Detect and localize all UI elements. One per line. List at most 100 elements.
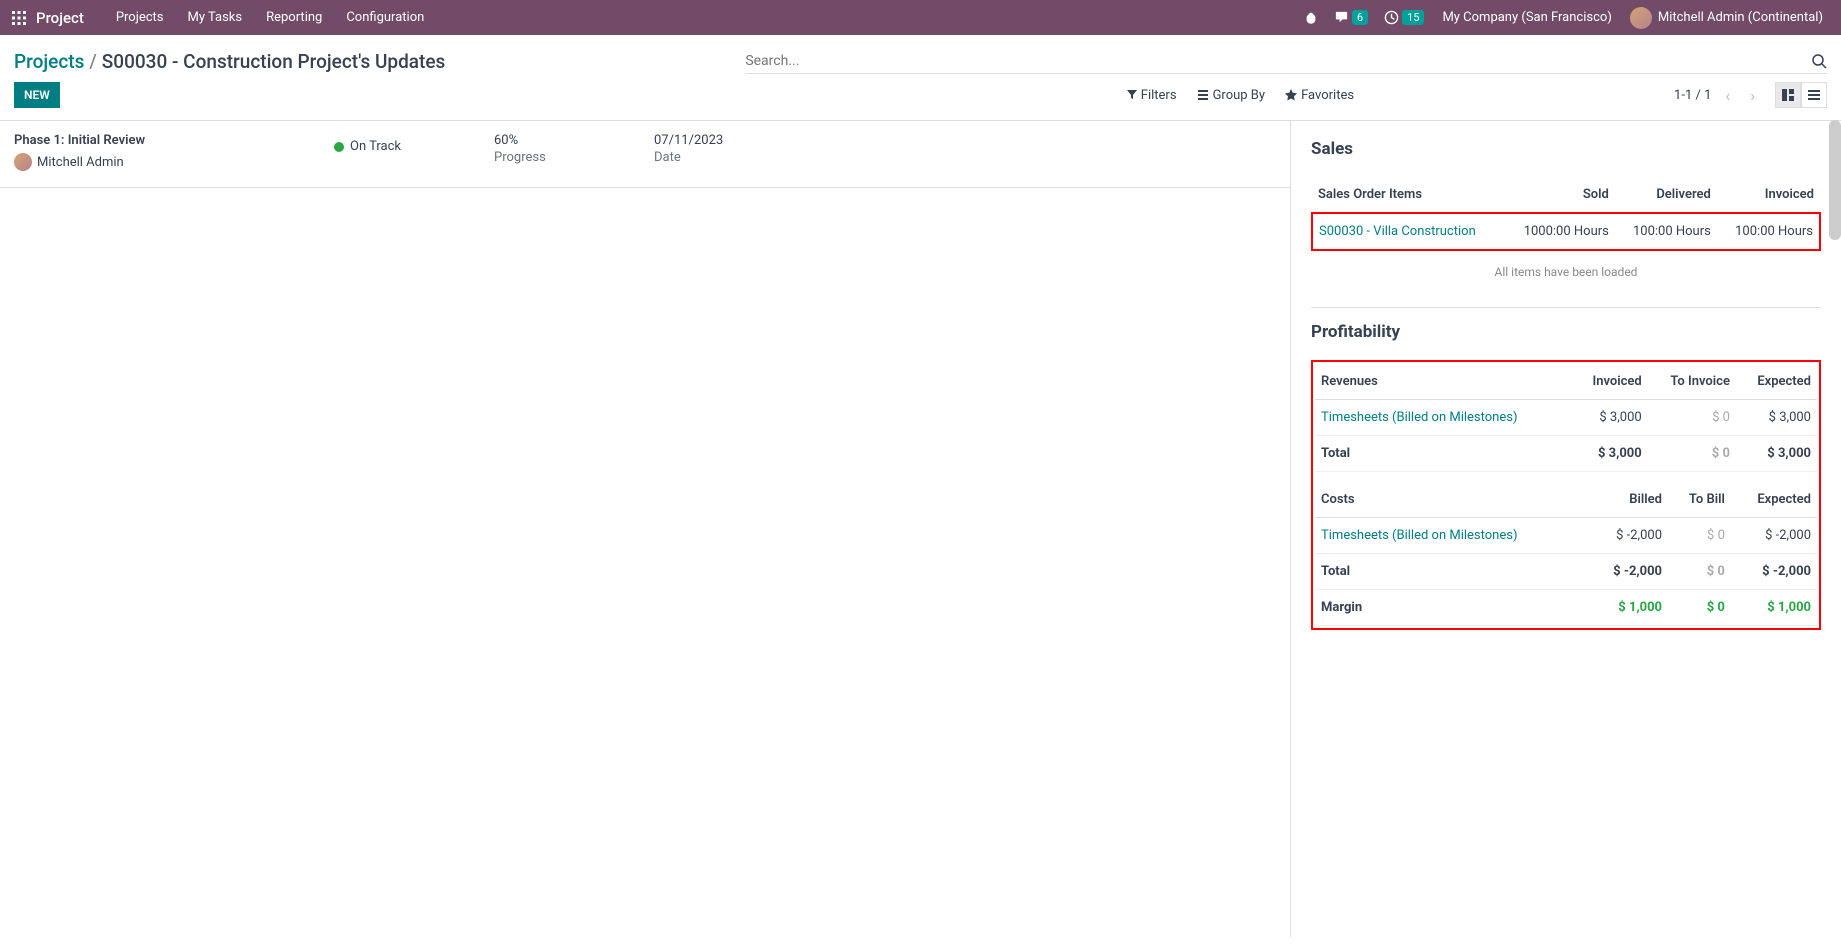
cost-tobill: $ 0 bbox=[1668, 518, 1731, 554]
sales-th-sold: Sold bbox=[1505, 177, 1615, 213]
search-input[interactable] bbox=[745, 53, 1803, 69]
cost-item-link[interactable]: Timesheets (Billed on Milestones) bbox=[1321, 528, 1517, 543]
list-view-icon[interactable] bbox=[1801, 82, 1827, 108]
progress-label: Progress bbox=[494, 150, 654, 165]
pager-prev[interactable]: ‹ bbox=[1719, 84, 1736, 107]
rev-total-label: Total bbox=[1315, 436, 1572, 472]
profitability-heading: Profitability bbox=[1311, 322, 1821, 342]
divider bbox=[1311, 307, 1821, 308]
sales-heading: Sales bbox=[1311, 139, 1821, 159]
groupby-button[interactable]: Group By bbox=[1197, 88, 1266, 103]
rev-total-toinvoice: $ 0 bbox=[1648, 436, 1736, 472]
activities-icon[interactable]: 15 bbox=[1384, 10, 1424, 25]
rev-invoiced: $ 3,000 bbox=[1572, 400, 1648, 436]
view-switcher bbox=[1775, 82, 1827, 108]
cost-th-0: Costs bbox=[1315, 482, 1588, 518]
debug-icon[interactable] bbox=[1304, 11, 1318, 25]
pager-text: 1-1 / 1 bbox=[1674, 88, 1711, 103]
scrollbar[interactable] bbox=[1829, 120, 1841, 240]
pager-next[interactable]: › bbox=[1744, 84, 1761, 107]
cost-th-1: Billed bbox=[1588, 482, 1668, 518]
cost-th-2: To Bill bbox=[1668, 482, 1731, 518]
sales-th-delivered: Delivered bbox=[1615, 177, 1717, 213]
date-label: Date bbox=[654, 150, 814, 165]
sales-sold: 1000:00 Hours bbox=[1505, 213, 1615, 250]
search-icon[interactable] bbox=[1811, 53, 1827, 69]
rev-total-invoiced: $ 3,000 bbox=[1572, 436, 1648, 472]
margin-row: Margin $ 1,000 $ 0 $ 1,000 bbox=[1315, 590, 1817, 626]
nav-configuration[interactable]: Configuration bbox=[334, 0, 436, 35]
nav-mytasks[interactable]: My Tasks bbox=[176, 0, 255, 35]
nav-reporting[interactable]: Reporting bbox=[254, 0, 334, 35]
margin-c1: $ 1,000 bbox=[1588, 590, 1668, 626]
cost-th-3: Expected bbox=[1731, 482, 1817, 518]
filter-bar: Filters Group By Favorites bbox=[1127, 88, 1354, 103]
cost-row: Timesheets (Billed on Milestones) $ -2,0… bbox=[1315, 518, 1817, 554]
kanban-view-icon[interactable] bbox=[1775, 82, 1801, 108]
breadcrumb-current: S00030 - Construction Project's Updates bbox=[102, 50, 446, 73]
favorites-button[interactable]: Favorites bbox=[1285, 88, 1354, 103]
messages-icon[interactable]: 6 bbox=[1334, 10, 1368, 25]
owner: Mitchell Admin bbox=[14, 153, 124, 171]
cost-total-tobill: $ 0 bbox=[1668, 554, 1731, 590]
user-name: Mitchell Admin (Continental) bbox=[1658, 10, 1823, 25]
right-panel: Sales Sales Order Items Sold Delivered I… bbox=[1291, 121, 1841, 937]
list-item[interactable]: Phase 1: Initial Review Mitchell Admin O… bbox=[0, 121, 1290, 188]
sales-row: S00030 - Villa Construction 1000:00 Hour… bbox=[1312, 213, 1820, 250]
brand[interactable]: Project bbox=[36, 9, 84, 27]
user-menu[interactable]: Mitchell Admin (Continental) bbox=[1630, 7, 1823, 29]
cost-total-row: Total $ -2,000 $ 0 $ -2,000 bbox=[1315, 554, 1817, 590]
date-value: 07/11/2023 bbox=[654, 133, 814, 148]
activities-badge: 15 bbox=[1402, 10, 1424, 25]
search-wrap bbox=[745, 49, 1827, 74]
status-dot-icon bbox=[334, 142, 344, 152]
company-selector[interactable]: My Company (San Francisco) bbox=[1442, 10, 1611, 25]
owner-name: Mitchell Admin bbox=[37, 155, 124, 170]
margin-label: Margin bbox=[1315, 590, 1588, 626]
rev-total-row: Total $ 3,000 $ 0 $ 3,000 bbox=[1315, 436, 1817, 472]
rev-row: Timesheets (Billed on Milestones) $ 3,00… bbox=[1315, 400, 1817, 436]
avatar bbox=[1630, 7, 1652, 29]
left-panel: Phase 1: Initial Review Mitchell Admin O… bbox=[0, 121, 1291, 937]
breadcrumb: Projects/ S00030 - Construction Project's… bbox=[14, 50, 445, 73]
rev-th-2: To Invoice bbox=[1648, 364, 1736, 400]
cost-total-expected: $ -2,000 bbox=[1731, 554, 1817, 590]
profitability-block: Revenues Invoiced To Invoice Expected Ti… bbox=[1311, 360, 1821, 630]
apps-icon[interactable] bbox=[10, 9, 28, 27]
rev-expected: $ 3,000 bbox=[1736, 400, 1817, 436]
nav-projects[interactable]: Projects bbox=[104, 0, 176, 35]
progress-value: 60% bbox=[494, 133, 654, 148]
pager: 1-1 / 1 ‹ › bbox=[1674, 84, 1761, 107]
phase-title: Phase 1: Initial Review bbox=[14, 133, 334, 148]
sales-table: Sales Order Items Sold Delivered Invoice… bbox=[1311, 177, 1821, 251]
cost-billed: $ -2,000 bbox=[1588, 518, 1668, 554]
sales-delivered: 100:00 Hours bbox=[1615, 213, 1717, 250]
margin-c2: $ 0 bbox=[1668, 590, 1731, 626]
breadcrumb-row: Projects/ S00030 - Construction Project's… bbox=[0, 35, 1841, 74]
rev-item-link[interactable]: Timesheets (Billed on Milestones) bbox=[1321, 410, 1517, 425]
margin-c3: $ 1,000 bbox=[1731, 590, 1817, 626]
sales-th-invoiced: Invoiced bbox=[1717, 177, 1820, 213]
sales-item-link[interactable]: S00030 - Villa Construction bbox=[1319, 224, 1476, 239]
rev-th-1: Invoiced bbox=[1572, 364, 1648, 400]
cost-total-billed: $ -2,000 bbox=[1588, 554, 1668, 590]
control-row: NEW Filters Group By Favorites 1-1 / 1 ‹… bbox=[0, 74, 1841, 121]
revenues-table: Revenues Invoiced To Invoice Expected Ti… bbox=[1315, 364, 1817, 472]
breadcrumb-sep: / bbox=[89, 50, 96, 73]
rev-th-0: Revenues bbox=[1315, 364, 1572, 400]
owner-avatar bbox=[14, 153, 32, 171]
sales-th-items: Sales Order Items bbox=[1312, 177, 1505, 213]
filters-button[interactable]: Filters bbox=[1127, 88, 1177, 103]
topbar: Project Projects My Tasks Reporting Conf… bbox=[0, 0, 1841, 35]
costs-table: Costs Billed To Bill Expected Timesheets… bbox=[1315, 482, 1817, 626]
cost-total-label: Total bbox=[1315, 554, 1588, 590]
cost-expected: $ -2,000 bbox=[1731, 518, 1817, 554]
rev-toinvoice: $ 0 bbox=[1648, 400, 1736, 436]
breadcrumb-root[interactable]: Projects bbox=[14, 50, 84, 73]
all-loaded-text: All items have been loaded bbox=[1311, 251, 1821, 293]
status-text: On Track bbox=[350, 139, 401, 154]
new-button[interactable]: NEW bbox=[14, 82, 60, 108]
rev-th-3: Expected bbox=[1736, 364, 1817, 400]
sales-invoiced: 100:00 Hours bbox=[1717, 213, 1820, 250]
main-body: Phase 1: Initial Review Mitchell Admin O… bbox=[0, 121, 1841, 937]
